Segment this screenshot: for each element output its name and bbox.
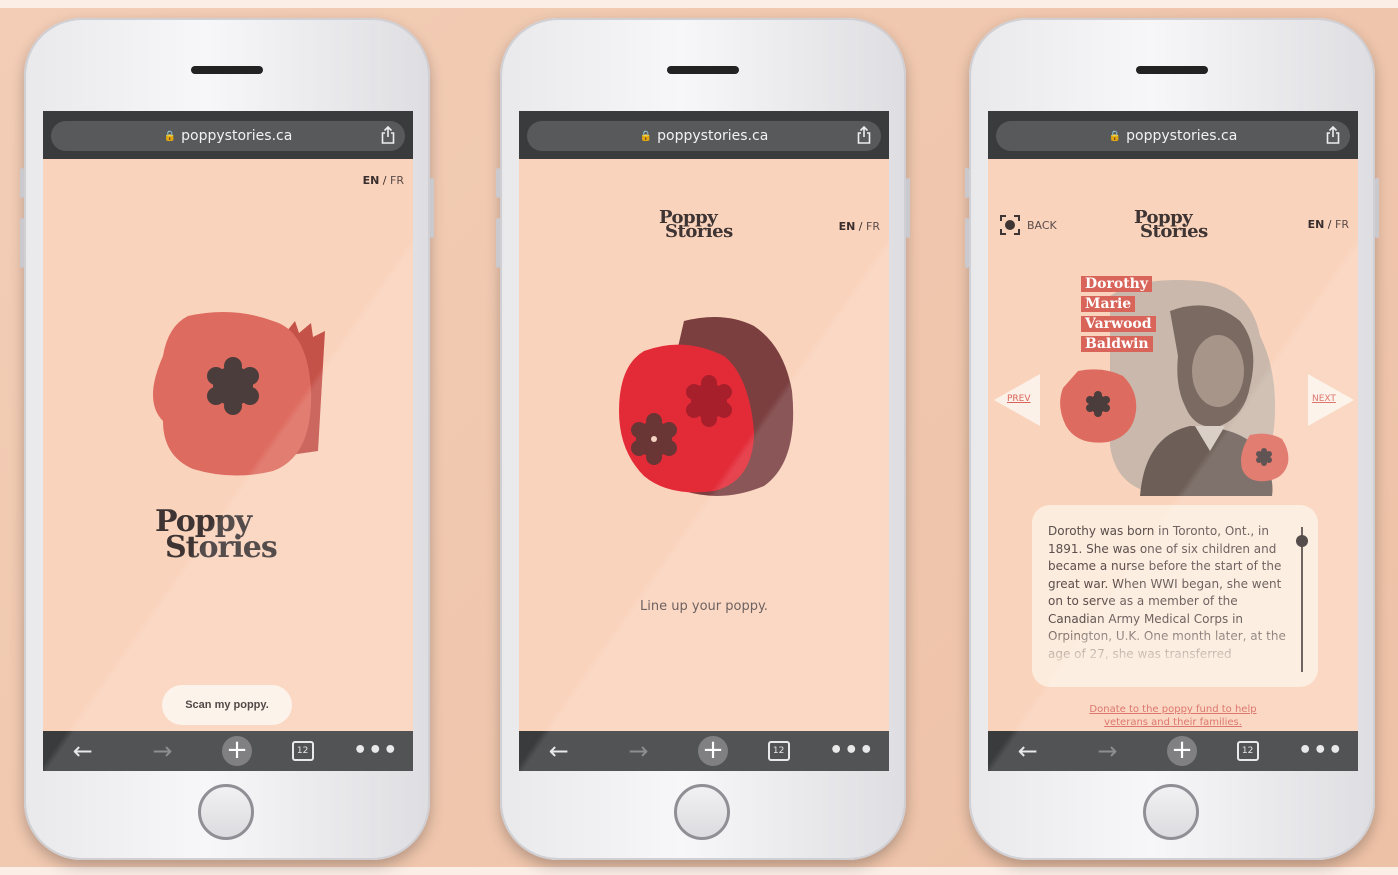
more-options-icon[interactable]: ••• (1298, 731, 1342, 771)
share-icon[interactable] (1326, 126, 1340, 144)
back-arrow-icon[interactable]: ← (1008, 731, 1048, 771)
scan-instruction: Line up your poppy. (640, 599, 768, 614)
screen-scanner: 🔒 poppystories.ca Poppy Stories EN / FR (519, 111, 889, 771)
lang-en[interactable]: EN (839, 220, 856, 233)
screen-home: 🔒 poppystories.ca EN / FR Poppy Stories … (43, 111, 413, 771)
phone-speaker (191, 66, 263, 74)
lang-fr[interactable]: FR (866, 220, 880, 233)
poppy-stories-logo: Poppy Stories (659, 209, 733, 242)
home-button[interactable] (1143, 784, 1199, 840)
bio-fade-overlay (1048, 623, 1288, 668)
bio-scrollbar[interactable] (1301, 527, 1303, 672)
poppy-small-right (1241, 433, 1289, 482)
url-text: poppystories.ca (181, 128, 293, 144)
poppy-stories-logo: Poppy Stories (155, 507, 278, 565)
tabs-count-icon[interactable]: 12 (767, 741, 790, 761)
donate-line-1[interactable]: Donate to the poppy fund to help (1089, 704, 1256, 715)
browser-url-bar: 🔒 poppystories.ca (988, 111, 1358, 159)
language-switch[interactable]: EN / FR (839, 220, 880, 233)
phone-volume-button (496, 218, 500, 268)
url-text: poppystories.ca (1126, 128, 1238, 144)
name-line-3: Varwood (1081, 316, 1156, 332)
tabs-count-icon[interactable]: 12 (291, 741, 314, 761)
poppy-illustration (153, 312, 325, 476)
browser-url-bar: 🔒 poppystories.ca (43, 111, 413, 159)
phone-1: 🔒 poppystories.ca EN / FR Poppy Stories … (20, 18, 434, 860)
phone-side-button (496, 168, 500, 198)
donate-link[interactable]: Donate to the poppy fund to help veteran… (988, 703, 1358, 729)
phone-power-button (906, 178, 910, 238)
phone-power-button (430, 178, 434, 238)
address-field[interactable]: 🔒 poppystories.ca (51, 121, 405, 151)
name-line-1: Dorothy (1081, 276, 1152, 292)
browser-toolbar: ← → + 12 ••• (988, 731, 1358, 771)
logo-line-2: Stories (1140, 221, 1208, 242)
phone-power-button (1375, 178, 1379, 238)
name-line-4: Baldwin (1081, 336, 1153, 352)
new-tab-plus-icon[interactable]: + (1166, 736, 1197, 766)
home-button[interactable] (198, 784, 254, 840)
new-tab-plus-icon[interactable]: + (221, 736, 252, 766)
lang-separator: / (1327, 218, 1332, 231)
back-button[interactable]: BACK (999, 214, 1057, 236)
next-button[interactable]: NEXT (1312, 394, 1336, 404)
name-line-2: Marie (1081, 296, 1136, 312)
forward-arrow-icon[interactable]: → (1087, 731, 1127, 771)
language-switch[interactable]: EN / FR (1308, 218, 1349, 231)
lang-fr[interactable]: FR (390, 174, 404, 187)
poppy-scan-target (619, 317, 794, 496)
address-field[interactable]: 🔒 poppystories.ca (527, 121, 881, 151)
phone-volume-button (20, 218, 24, 268)
bio-card[interactable]: Dorothy was born in Toronto, Ont., in 18… (1032, 505, 1318, 687)
lock-icon: 🔒 (639, 130, 653, 142)
share-icon[interactable] (857, 126, 871, 144)
back-label: BACK (1027, 218, 1057, 232)
screen-story: 🔒 poppystories.ca BACK Poppy Stories EN … (988, 111, 1358, 771)
back-arrow-icon[interactable]: ← (539, 731, 579, 771)
forward-arrow-icon[interactable]: → (142, 731, 182, 771)
image-border-top (0, 0, 1398, 8)
phone-speaker (667, 66, 739, 74)
share-icon[interactable] (381, 126, 395, 144)
logo-line-2: Stories (665, 221, 733, 242)
phone-3: 🔒 poppystories.ca BACK Poppy Stories EN … (965, 18, 1379, 860)
lang-separator: / (858, 220, 863, 233)
scan-camera-icon (1000, 215, 1020, 235)
more-options-icon[interactable]: ••• (353, 731, 397, 771)
language-switch[interactable]: EN / FR (363, 174, 404, 187)
phone-side-button (20, 168, 24, 198)
home-button[interactable] (674, 784, 730, 840)
back-arrow-icon[interactable]: ← (63, 731, 103, 771)
poppy-small-left (1060, 369, 1137, 443)
address-field[interactable]: 🔒 poppystories.ca (996, 121, 1350, 151)
phone-speaker (1136, 66, 1208, 74)
poppy-stories-logo: Poppy Stories (1134, 209, 1208, 242)
logo-line-2: Stories (165, 530, 278, 565)
lock-icon: 🔒 (1108, 130, 1122, 142)
url-text: poppystories.ca (657, 128, 769, 144)
tabs-count-icon[interactable]: 12 (1236, 741, 1259, 761)
more-options-icon[interactable]: ••• (829, 731, 873, 771)
lang-separator: / (382, 174, 387, 187)
phone-volume-button (965, 218, 969, 268)
lang-en[interactable]: EN (363, 174, 380, 187)
image-border-bottom (0, 867, 1398, 875)
new-tab-plus-icon[interactable]: + (697, 736, 728, 766)
forward-arrow-icon[interactable]: → (618, 731, 658, 771)
phone-side-button (965, 168, 969, 198)
browser-toolbar: ← → + 12 ••• (519, 731, 889, 771)
lang-en[interactable]: EN (1308, 218, 1325, 231)
bio-scroll-thumb[interactable] (1296, 535, 1308, 547)
phone-2: 🔒 poppystories.ca Poppy Stories EN / FR (496, 18, 910, 860)
browser-toolbar: ← → + 12 ••• (43, 731, 413, 771)
poppy-bright-layer (619, 344, 754, 493)
donate-line-2[interactable]: veterans and their families. (1104, 717, 1242, 728)
lock-icon: 🔒 (163, 130, 177, 142)
scan-my-poppy-button[interactable]: Scan my poppy. (162, 685, 292, 725)
browser-url-bar: 🔒 poppystories.ca (519, 111, 889, 159)
prev-button[interactable]: PREV (1007, 394, 1031, 404)
lang-fr[interactable]: FR (1335, 218, 1349, 231)
